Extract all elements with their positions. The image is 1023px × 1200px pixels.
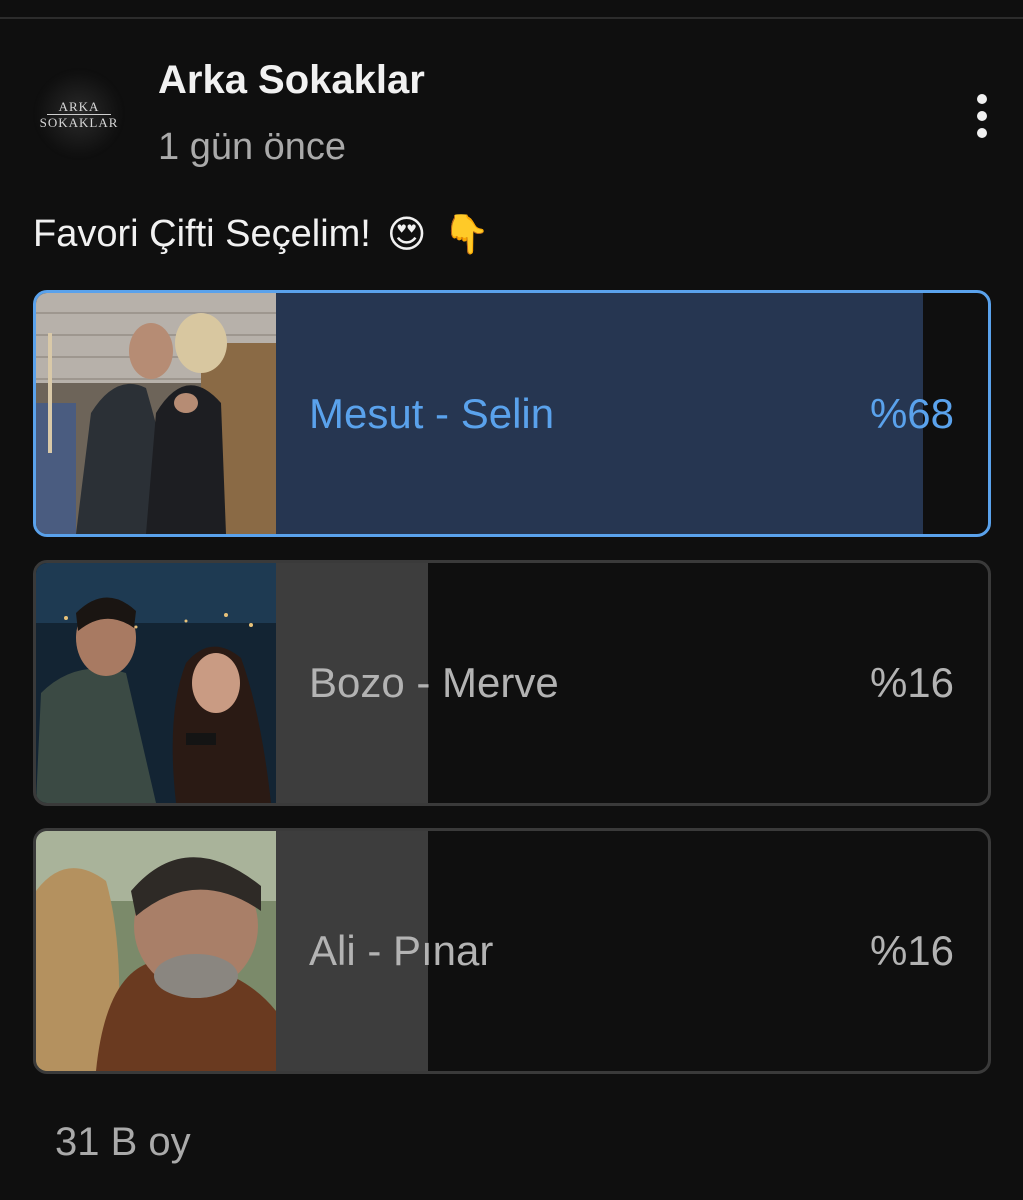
post-text-body: Favori Çifti Seçelim! bbox=[33, 213, 371, 255]
avatar-logo-text-bottom: SOKAKLAR bbox=[39, 114, 119, 130]
heart-eyes-emoji: 😍 bbox=[386, 214, 427, 256]
more-vert-icon-dot-2 bbox=[977, 111, 987, 121]
poll-option-2-label: Bozo - Merve bbox=[309, 659, 559, 706]
poll-option-1-image bbox=[36, 293, 276, 534]
pointing-down-emoji: 👇 bbox=[442, 213, 490, 256]
avatar-logo-text-top: ARKA bbox=[58, 98, 100, 114]
poll-option-1-label: Mesut - Selin bbox=[309, 389, 555, 437]
more-vert-icon bbox=[977, 94, 987, 104]
channel-name[interactable]: Arka Sokaklar bbox=[158, 58, 425, 103]
poll-option-3-image bbox=[36, 831, 276, 1071]
community-post: ARKA SOKAKLAR Arka Sokaklar 1 gün önce F… bbox=[0, 0, 1023, 1200]
poll-option-3-percent: %16 bbox=[869, 927, 954, 974]
poll-option-2-percent: %16 bbox=[869, 659, 954, 706]
couple-hugging-photo bbox=[36, 831, 276, 1071]
couple-night-city-photo bbox=[36, 563, 276, 803]
channel-avatar[interactable]: ARKA SOKAKLAR bbox=[33, 68, 125, 160]
poll-option-1[interactable]: Mesut - Selin %68 bbox=[33, 290, 991, 537]
poll-option-1-percent: %68 bbox=[869, 389, 954, 437]
poll-option-2[interactable]: Bozo - Merve %16 bbox=[33, 560, 991, 806]
post-time: 1 gün önce bbox=[158, 126, 347, 168]
couple-kissing-photo bbox=[36, 293, 276, 534]
vote-count: 31 B oy bbox=[55, 1120, 191, 1164]
more-options-button[interactable] bbox=[960, 88, 1004, 144]
poll-option-3[interactable]: Ali - Pınar %16 bbox=[33, 828, 991, 1074]
more-vert-icon-dot-3 bbox=[977, 128, 987, 138]
post-text: Favori Çifti Seçelim! 😍 👇 bbox=[33, 212, 490, 257]
poll-option-3-label: Ali - Pınar bbox=[309, 927, 494, 974]
top-divider bbox=[0, 0, 1023, 19]
poll-option-2-image bbox=[36, 563, 276, 803]
